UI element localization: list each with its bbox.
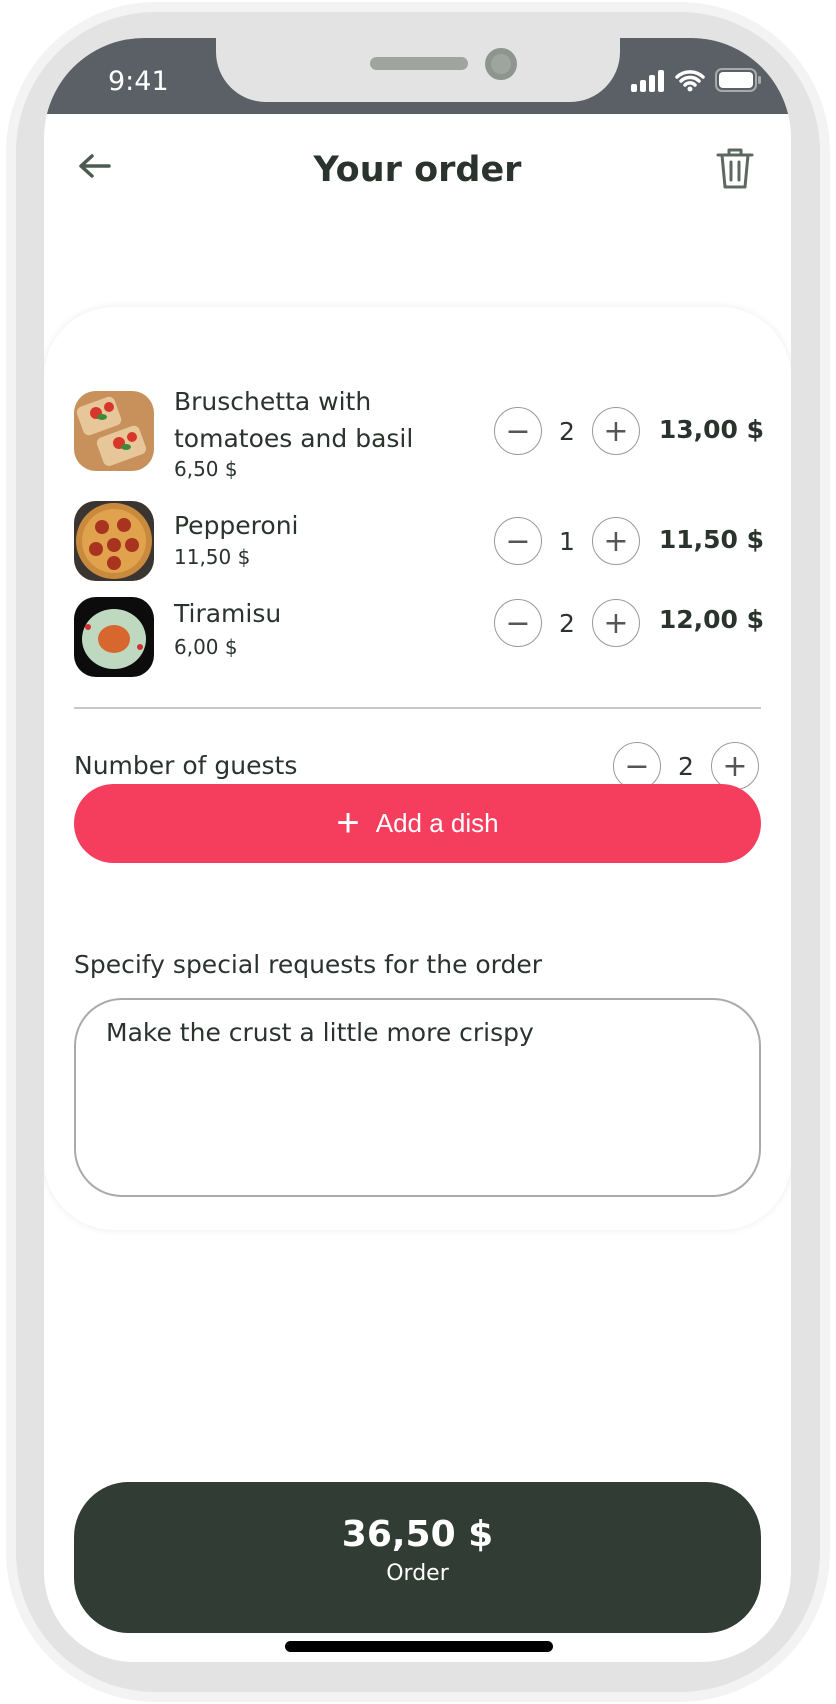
order-total: 36,50 $ <box>341 1514 494 1555</box>
quantity-stepper: − 2 + <box>494 407 640 455</box>
guests-label: Number of guests <box>74 751 298 780</box>
special-requests-input[interactable]: Make the crust a little more crispy <box>74 998 761 1197</box>
quantity-stepper: − 2 + <box>494 599 640 647</box>
wifi-icon <box>675 70 705 92</box>
status-time: 9:41 <box>108 66 169 97</box>
clear-order-button[interactable] <box>715 146 755 194</box>
battery-icon <box>715 68 761 92</box>
order-item: Pepperoni 11,50 $ − 1 + 11,50 $ <box>74 501 764 581</box>
guests-decrease-button[interactable]: − <box>613 742 661 790</box>
item-name-line2: tomatoes and basil <box>174 424 414 453</box>
decrease-button[interactable]: − <box>494 517 542 565</box>
special-requests-label: Specify special requests for the order <box>74 950 543 979</box>
status-bar: 9:41 <box>44 38 791 114</box>
add-dish-button[interactable]: + Add a dish <box>74 784 761 863</box>
header: Your order <box>44 138 791 208</box>
notch <box>216 38 620 102</box>
order-item: Tiramisu 6,00 $ − 2 + 12,00 $ <box>74 597 764 677</box>
bruschetta-image <box>74 391 154 471</box>
order-label: Order <box>386 1561 449 1586</box>
item-unit-price: 6,50 $ <box>174 457 238 481</box>
item-unit-price: 11,50 $ <box>174 545 251 569</box>
pepperoni-image <box>74 501 154 581</box>
decrease-button[interactable]: − <box>494 599 542 647</box>
item-total: 13,00 $ <box>658 415 764 444</box>
screen: 9:41 Your order Bruschetta with tomatoes… <box>44 38 791 1662</box>
item-name: Tiramisu <box>174 599 282 628</box>
item-name: Pepperoni <box>174 511 299 540</box>
add-dish-label: Add a dish <box>375 808 499 838</box>
quantity-stepper: − 1 + <box>494 517 640 565</box>
page-title: Your order <box>313 150 522 190</box>
quantity-value: 2 <box>559 608 575 638</box>
divider <box>74 707 761 709</box>
tiramisu-image <box>74 597 154 677</box>
guests-stepper: − 2 + <box>613 742 759 790</box>
item-unit-price: 6,00 $ <box>174 635 238 659</box>
trash-icon <box>716 148 754 189</box>
quantity-value: 2 <box>559 416 575 446</box>
order-button[interactable]: 36,50 $ Order <box>74 1482 761 1633</box>
status-icons <box>631 68 761 92</box>
increase-button[interactable]: + <box>592 517 640 565</box>
guests-increase-button[interactable]: + <box>711 742 759 790</box>
quantity-value: 1 <box>559 526 575 556</box>
camera <box>485 48 517 80</box>
increase-button[interactable]: + <box>592 407 640 455</box>
guests-value: 2 <box>678 751 694 781</box>
item-total: 11,50 $ <box>658 525 764 554</box>
order-card: Bruschetta with tomatoes and basil 6,50 … <box>44 307 791 1230</box>
item-name: Bruschetta with <box>174 387 372 416</box>
increase-button[interactable]: + <box>592 599 640 647</box>
plus-icon: + <box>336 801 360 845</box>
home-indicator <box>285 1641 553 1652</box>
order-item: Bruschetta with tomatoes and basil 6,50 … <box>74 387 764 481</box>
item-total: 12,00 $ <box>658 605 764 634</box>
decrease-button[interactable]: − <box>494 407 542 455</box>
signal-icon <box>631 70 664 92</box>
speaker <box>370 57 468 70</box>
